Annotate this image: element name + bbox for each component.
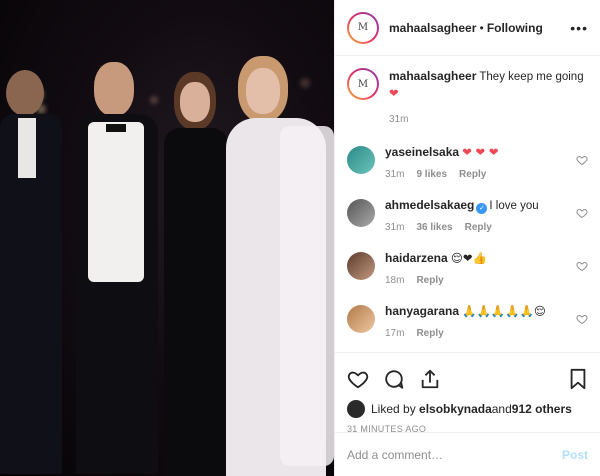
list-item: ahmedelsakaeg ✓ I love you 31m 36 likes Repl… — [347, 197, 588, 236]
post-modal: M mahaalsagheer • Following ••• M mahaal… — [0, 0, 600, 476]
comment-emoji: 😌❤👍 — [450, 251, 487, 265]
comment-username[interactable]: ahmedelsakaeg — [385, 198, 474, 212]
add-comment-bar: Add a comment… Post — [335, 432, 600, 476]
comment-like-heart-icon[interactable] — [576, 207, 588, 219]
caption: M mahaalsagheer They keep me going ❤ 31m — [347, 68, 588, 128]
likes-prefix: Liked by — [371, 402, 416, 416]
post-header-text: mahaalsagheer • Following — [389, 21, 570, 35]
comment-icon[interactable] — [383, 368, 405, 390]
commenter-avatar[interactable] — [347, 146, 375, 174]
list-item: hanyagarana 🙏🙏🙏🙏🙏😌 17m Reply — [347, 303, 588, 342]
caption-text: They keep me going — [479, 71, 584, 83]
comment-time: 31m — [385, 222, 405, 233]
caption-avatar[interactable]: M — [347, 68, 379, 100]
list-item: yaseinelsaka ❤ ❤ ❤ 31m 9 likes Reply — [347, 144, 588, 183]
list-item: haidarzena 😌❤👍 18m Reply — [347, 250, 588, 289]
caption-emoji: ❤ — [389, 86, 399, 100]
comment-username[interactable]: haidarzena — [385, 251, 448, 265]
heart-icon[interactable] — [347, 368, 369, 390]
comments-list: M mahaalsagheer They keep me going ❤ 31m… — [335, 56, 600, 352]
reply-button[interactable]: Reply — [416, 328, 443, 339]
post-button[interactable]: Post — [562, 448, 588, 462]
comment-username[interactable]: yaseinelsaka — [385, 145, 459, 159]
comment-likes[interactable]: 36 likes — [416, 222, 452, 233]
commenter-avatar[interactable] — [347, 252, 375, 280]
comment-like-heart-icon[interactable] — [576, 260, 588, 272]
comment-time: 31m — [385, 169, 405, 180]
comment-time: 17m — [385, 328, 405, 339]
liker-avatar[interactable] — [347, 400, 365, 418]
comment-text: I love you — [489, 200, 539, 212]
comment-input[interactable]: Add a comment… — [347, 448, 562, 462]
post-side-panel: M mahaalsagheer • Following ••• M mahaal… — [334, 0, 600, 476]
post-actions: Liked by elsobkynada and 912 others 31 M… — [335, 352, 600, 434]
liker-username[interactable]: elsobkynada — [419, 402, 492, 416]
comment-emoji: ❤ ❤ ❤ — [462, 145, 499, 159]
likes-summary: Liked by elsobkynada and 912 others — [347, 397, 588, 421]
more-options-icon[interactable]: ••• — [570, 20, 588, 36]
commenter-avatar[interactable] — [347, 199, 375, 227]
comment-like-heart-icon[interactable] — [576, 154, 588, 166]
post-photo[interactable] — [0, 0, 334, 476]
reply-button[interactable]: Reply — [465, 222, 492, 233]
likes-count[interactable]: 912 others — [512, 402, 572, 416]
bookmark-icon[interactable] — [568, 368, 588, 390]
comment-like-heart-icon[interactable] — [576, 313, 588, 325]
reply-button[interactable]: Reply — [416, 275, 443, 286]
verified-badge-icon: ✓ — [476, 203, 488, 214]
following-button[interactable]: Following — [487, 21, 543, 35]
post-header: M mahaalsagheer • Following ••• — [335, 0, 600, 56]
author-username[interactable]: mahaalsagheer — [389, 21, 476, 35]
share-icon[interactable] — [419, 368, 441, 390]
commenter-avatar[interactable] — [347, 305, 375, 333]
author-avatar[interactable]: M — [347, 11, 379, 44]
separator: • — [476, 22, 487, 35]
comment-time: 18m — [385, 275, 405, 286]
comment-emoji: 🙏🙏🙏🙏🙏😌 — [462, 304, 546, 318]
comment-username[interactable]: hanyagarana — [385, 304, 459, 318]
likes-middle: and — [491, 402, 512, 416]
caption-username[interactable]: mahaalsagheer — [389, 69, 476, 83]
reply-button[interactable]: Reply — [459, 169, 486, 180]
comment-likes[interactable]: 9 likes — [416, 169, 447, 180]
caption-time: 31m — [389, 114, 409, 125]
